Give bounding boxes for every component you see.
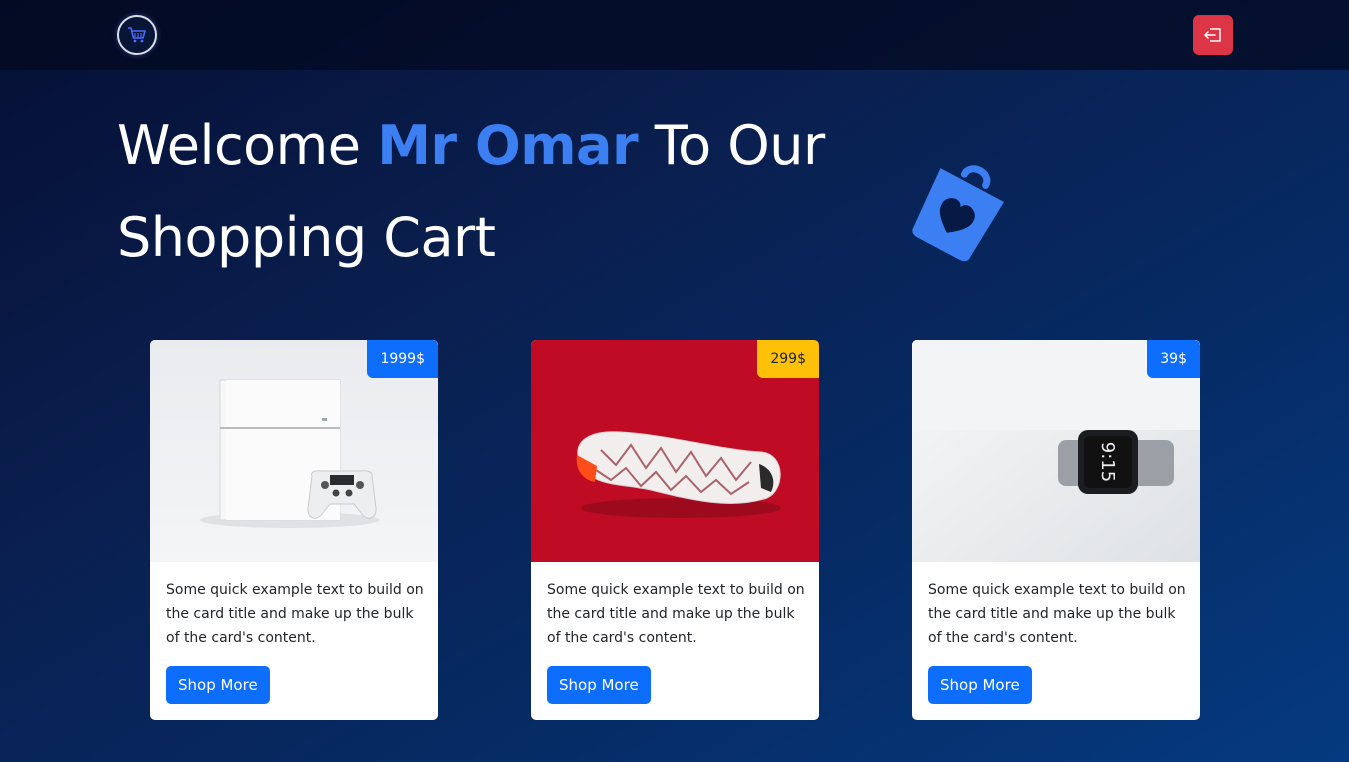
card-text: Some quick example text to build on the … (928, 582, 1186, 646)
price-badge: 1999$ (367, 340, 438, 378)
page-title: Welcome Mr Omar To Our Shopping Cart (117, 100, 877, 284)
product-card: 299$ Some quick example text to build on… (531, 340, 819, 720)
navbar (0, 0, 1349, 70)
card-text: Some quick example text to build on the … (166, 582, 424, 646)
shop-more-button[interactable]: Shop More (166, 666, 270, 704)
card-text: Some quick example text to build on the … (547, 582, 805, 646)
logout-button[interactable] (1193, 15, 1233, 55)
price-badge: 299$ (757, 340, 819, 378)
shop-more-button[interactable]: Shop More (928, 666, 1032, 704)
product-card: 9:15 39$ Some quick example text to buil… (912, 340, 1200, 720)
shop-more-button[interactable]: Shop More (547, 666, 651, 704)
user-name: Mr Omar (377, 114, 639, 177)
shopping-bag-heart-icon (912, 165, 1004, 262)
title-greeting: Welcome (117, 114, 378, 177)
product-card: 1999$ Some quick example text to build o… (150, 340, 438, 720)
shopping-cart-icon (128, 27, 146, 43)
logo[interactable] (117, 15, 157, 55)
price-badge: 39$ (1147, 340, 1200, 378)
logout-icon (1204, 28, 1221, 42)
svg-text:9:15: 9:15 (1097, 442, 1118, 482)
